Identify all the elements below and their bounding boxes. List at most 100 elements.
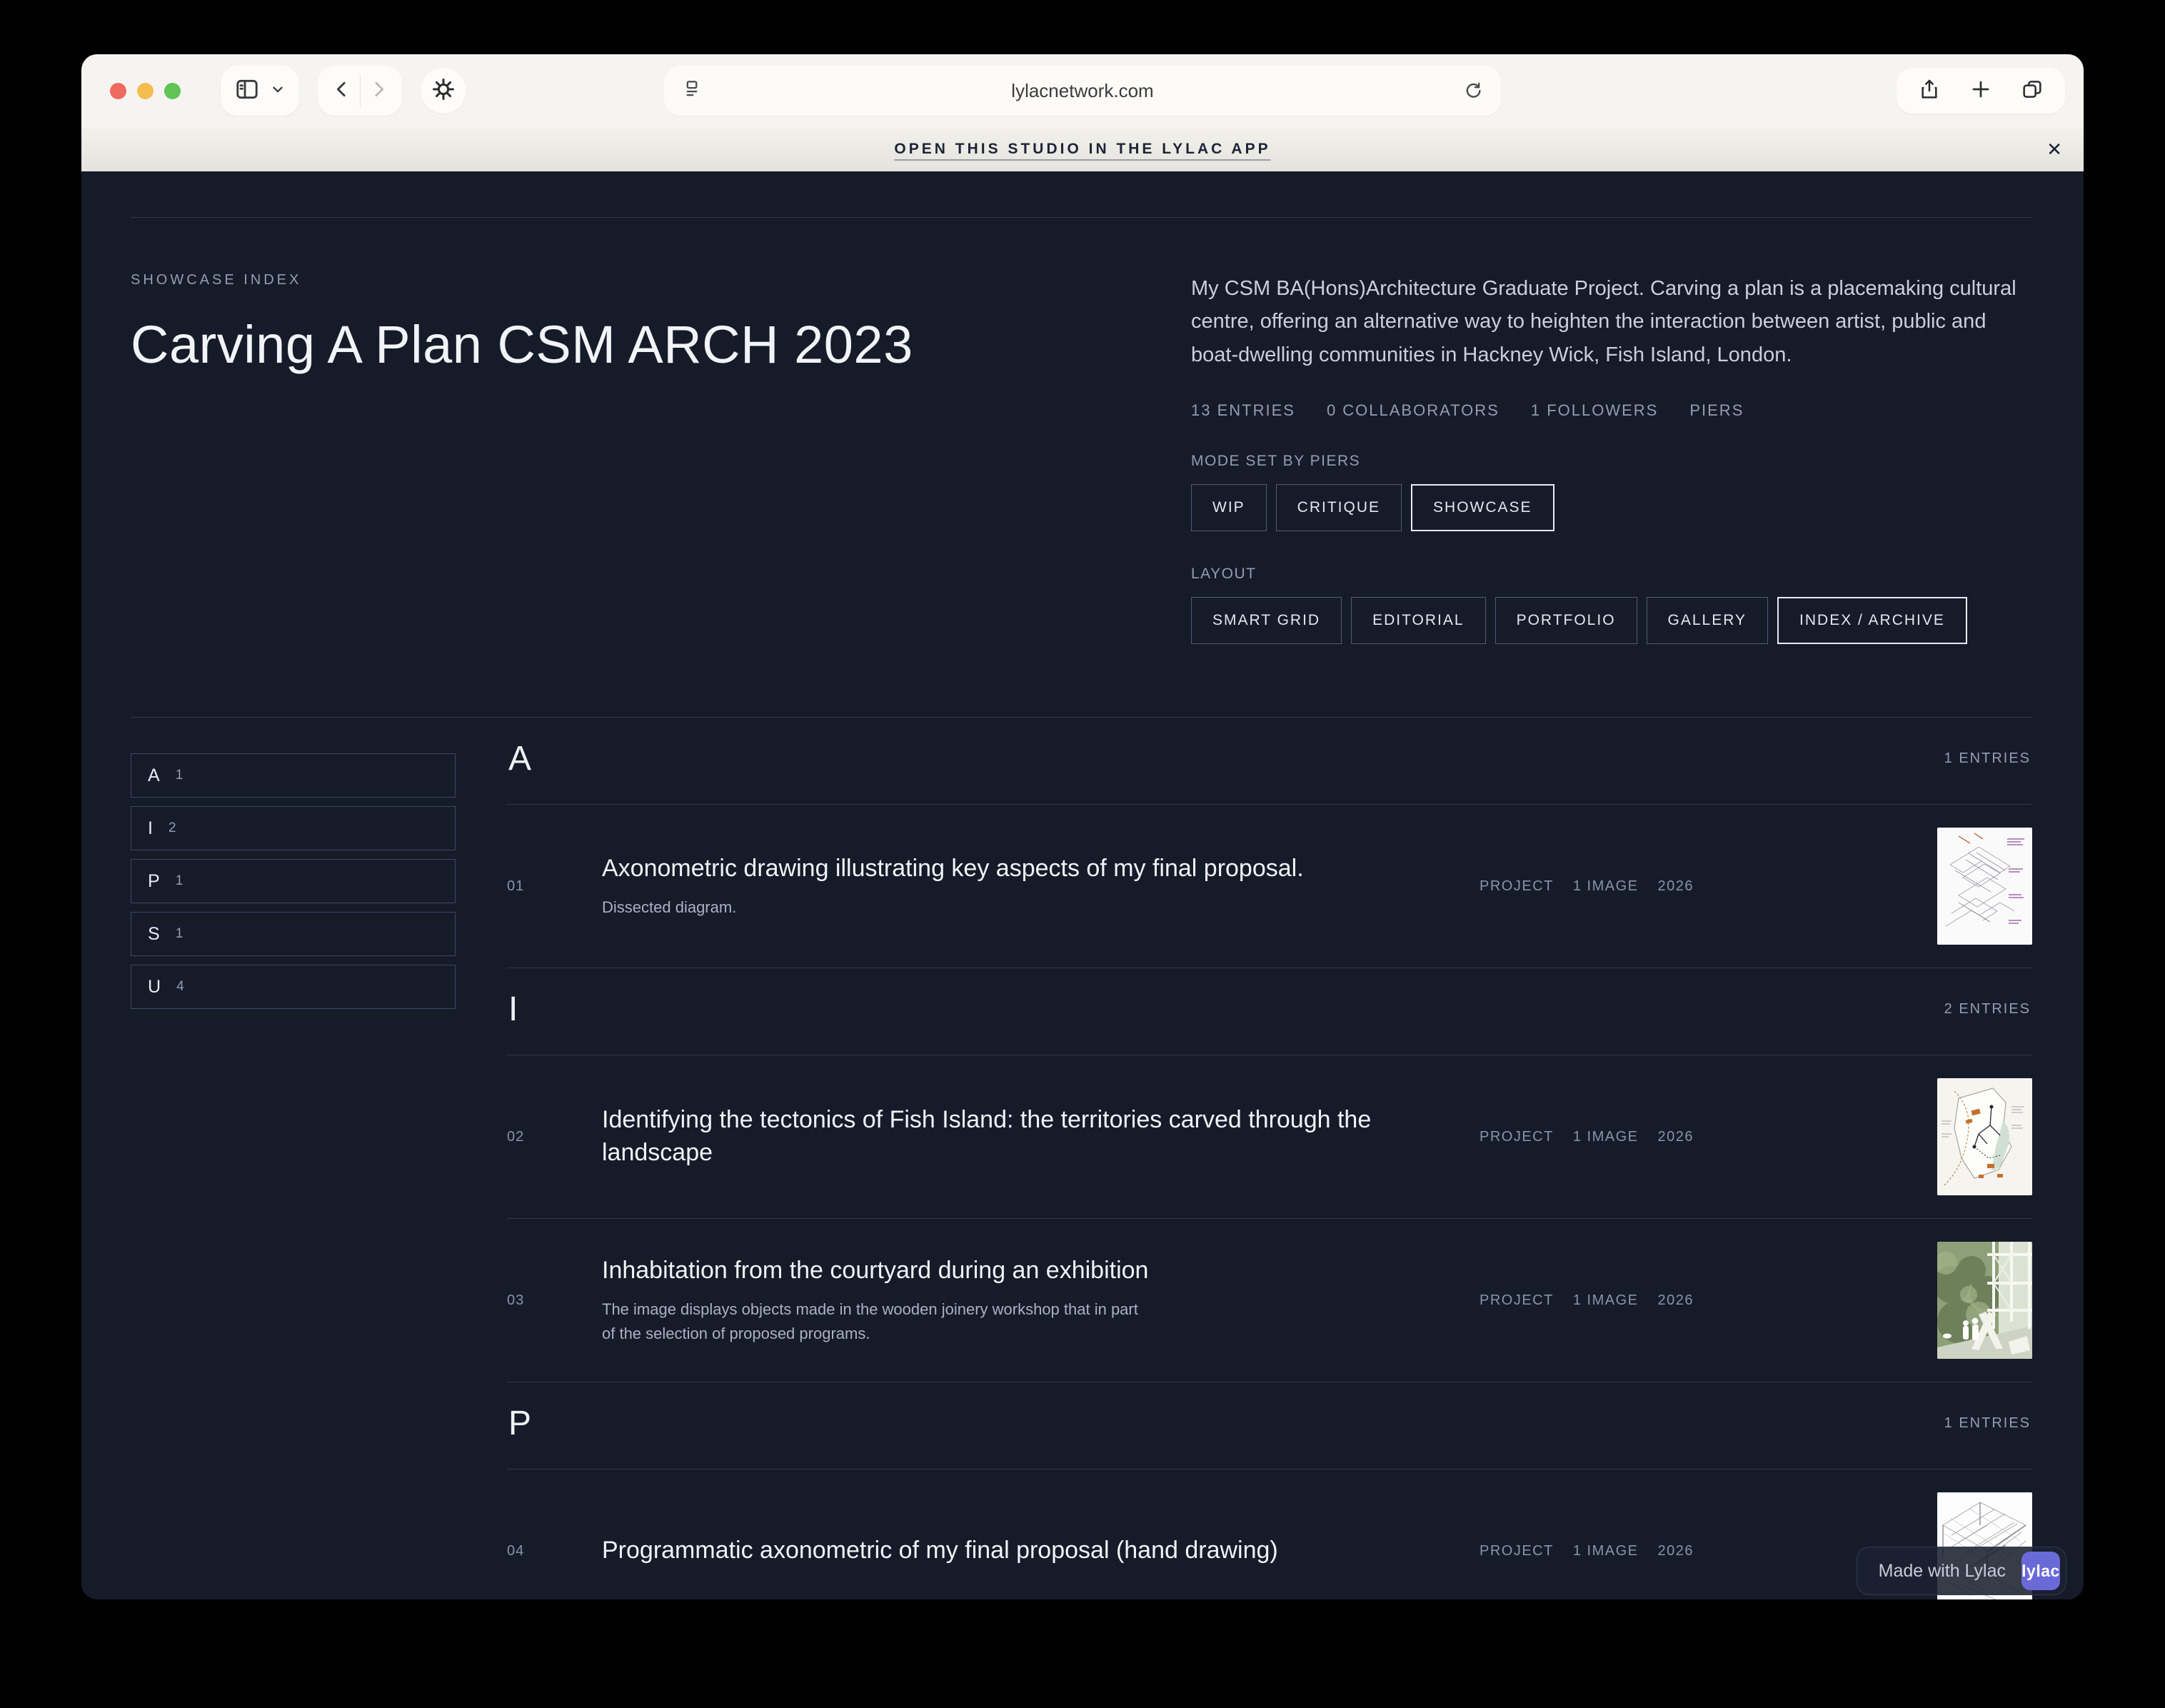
entry-meta-item-2026: 2026 [1657, 1129, 1694, 1145]
section-entries-count: 2 ENTRIES [1944, 1001, 2031, 1018]
entry-meta-item-project: PROJECT [1480, 1292, 1554, 1309]
entry-title-block: Axonometric drawing illustrating key asp… [602, 853, 1480, 920]
entry-meta-item-2026: 2026 [1657, 1543, 1694, 1559]
entry-thumbnail[interactable] [1937, 1242, 2032, 1359]
letter-count: 2 [169, 820, 176, 836]
sidebar-icon [234, 76, 260, 106]
entry-number: 02 [507, 1129, 602, 1145]
entry-number: 03 [507, 1292, 602, 1309]
section-header-a: A1 ENTRIES [507, 718, 2032, 804]
entry-thumbnail[interactable] [1937, 1078, 2032, 1195]
open-in-app-link[interactable]: OPEN THIS STUDIO IN THE LYLAC APP [894, 141, 1270, 158]
mode-label: MODE SET BY PIERS [1191, 453, 2032, 470]
entry-title-block: Inhabitation from the courtyard during a… [602, 1255, 1480, 1346]
index-sections: A1 ENTRIES01Axonometric drawing illustra… [507, 718, 2032, 1599]
entry-row-03[interactable]: 03Inhabitation from the courtyard during… [507, 1218, 2032, 1382]
entry-row-04[interactable]: 04Programmatic axonometric of my final p… [507, 1469, 2032, 1599]
entry-meta-item-1-image: 1 IMAGE [1573, 1129, 1639, 1145]
entry-title: Programmatic axonometric of my final pro… [602, 1534, 1434, 1567]
entry-title: Axonometric drawing illustrating key asp… [602, 853, 1434, 885]
sidebar-letter-i[interactable]: I2 [131, 806, 456, 850]
entry-title: Identifying the tectonics of Fish Island… [602, 1104, 1434, 1170]
address-bar[interactable]: lylacnetwork.com [664, 66, 1501, 116]
sidebar-letter-s[interactable]: S1 [131, 912, 456, 956]
nav-divider [360, 75, 361, 106]
layout-button-portfolio[interactable]: PORTFOLIO [1495, 597, 1637, 644]
layout-button-smart-grid[interactable]: SMART GRID [1191, 597, 1342, 644]
layout-buttons: SMART GRIDEDITORIALPORTFOLIOGALLERYINDEX… [1191, 597, 2032, 644]
entry-row-02[interactable]: 02Identifying the tectonics of Fish Isla… [507, 1055, 2032, 1218]
letter-count: 1 [176, 926, 184, 942]
entry-thumbnail[interactable] [1937, 828, 2032, 945]
entry-meta-item-1-image: 1 IMAGE [1573, 1543, 1639, 1559]
chevron-down-icon [270, 81, 286, 101]
stat-item-1-followers: 1 FOLLOWERS [1531, 401, 1658, 420]
browser-window: lylacnetwork.com [81, 54, 2084, 1599]
entry-subtitle: Dissected diagram. [602, 895, 1145, 920]
sidebar-letter-p[interactable]: P1 [131, 859, 456, 903]
mode-button-critique[interactable]: CRITIQUE [1276, 484, 1402, 531]
letter-filter-sidebar: A1 I2 P1 S1 U4 [131, 718, 456, 1599]
reader-icon[interactable] [681, 79, 703, 104]
studio-stats: 13 ENTRIES 0 COLLABORATORS 1 FOLLOWERS PIER… [1191, 401, 2032, 420]
plus-icon[interactable] [1969, 78, 1992, 104]
settings-button[interactable] [421, 68, 466, 114]
entry-meta: PROJECT 1 IMAGE 2026 [1480, 1129, 1937, 1145]
entry-meta-item-2026: 2026 [1657, 878, 1694, 895]
entry-meta-item-project: PROJECT [1480, 1543, 1554, 1559]
gear-icon [430, 76, 457, 106]
browser-toolbar: lylacnetwork.com [81, 54, 2084, 127]
section-letter: I [508, 990, 518, 1029]
header-right: My CSM BA(Hons)Architecture Graduate Pro… [1191, 272, 2032, 678]
sidebar-letter-u[interactable]: U4 [131, 965, 456, 1009]
letter-count: 4 [176, 979, 184, 995]
entry-row-01[interactable]: 01Axonometric drawing illustrating key a… [507, 804, 2032, 968]
studio-description: My CSM BA(Hons)Architecture Graduate Pro… [1191, 272, 2032, 371]
traffic-lights [110, 83, 181, 99]
layout-button-index-archive[interactable]: INDEX / ARCHIVE [1777, 597, 1967, 644]
made-with-text: Made with Lylac [1879, 1561, 2006, 1582]
eyebrow-label: SHOWCASE INDEX [131, 272, 1191, 288]
section-header-i: I 2 ENTRIES [507, 968, 2032, 1055]
open-in-app-banner: OPEN THIS STUDIO IN THE LYLAC APP ✕ [81, 127, 2084, 171]
entry-title-block: Programmatic axonometric of my final pro… [602, 1534, 1480, 1567]
url-text[interactable]: lylacnetwork.com [703, 80, 1462, 102]
toolbar-right-group [1897, 68, 2065, 114]
mode-button-wip[interactable]: WIP [1191, 484, 1267, 531]
page-header: SHOWCASE INDEX Carving A Plan CSM ARCH 2… [131, 218, 2032, 717]
minimize-window-button[interactable] [137, 83, 154, 99]
sidebar-letter-a[interactable]: A1 [131, 753, 456, 798]
header-left: SHOWCASE INDEX Carving A Plan CSM ARCH 2… [131, 272, 1191, 678]
section-letter: P [508, 1404, 531, 1443]
stat-item-13-entries: 13 ENTRIES [1191, 401, 1295, 420]
index-body: A1I2P1S1U4 A1 ENTRIES01Axonometric drawi… [131, 717, 2032, 1599]
letter-count: 1 [176, 873, 184, 889]
section-entries-count: 1 ENTRIES [1944, 750, 2031, 767]
share-icon[interactable] [1918, 78, 1941, 104]
layout-label: LAYOUT [1191, 566, 2032, 583]
layout-button-gallery[interactable]: GALLERY [1647, 597, 1769, 644]
tabs-icon[interactable] [2021, 78, 2044, 104]
close-window-button[interactable] [110, 83, 126, 99]
studio-page: SHOWCASE INDEX Carving A Plan CSM ARCH 2… [81, 171, 2084, 1599]
entry-number: 04 [507, 1543, 602, 1559]
layout-button-editorial[interactable]: EDITORIAL [1351, 597, 1485, 644]
back-icon[interactable] [331, 79, 353, 104]
close-icon[interactable]: ✕ [2046, 140, 2062, 159]
reload-icon[interactable] [1462, 79, 1484, 104]
made-with-lylac-badge[interactable]: Made with Lylac lylac [1857, 1547, 2066, 1595]
entry-meta-item-project: PROJECT [1480, 878, 1554, 895]
forward-icon[interactable] [368, 79, 389, 104]
entry-meta-item-project: PROJECT [1480, 1129, 1554, 1145]
entry-title: Inhabitation from the courtyard during a… [602, 1255, 1434, 1287]
letter-label: I [148, 818, 153, 839]
entry-meta-item-1-image: 1 IMAGE [1573, 1292, 1639, 1309]
zoom-window-button[interactable] [164, 83, 181, 99]
sidebar-toggle-button[interactable] [221, 66, 299, 116]
stat-item-piers: PIERS [1689, 401, 1744, 420]
entry-number: 01 [507, 878, 602, 895]
stat-item-0-collaborators: 0 COLLABORATORS [1327, 401, 1500, 420]
mode-button-showcase[interactable]: SHOWCASE [1411, 484, 1554, 531]
entry-meta-item-2026: 2026 [1657, 1292, 1694, 1309]
letter-label: U [148, 977, 161, 998]
